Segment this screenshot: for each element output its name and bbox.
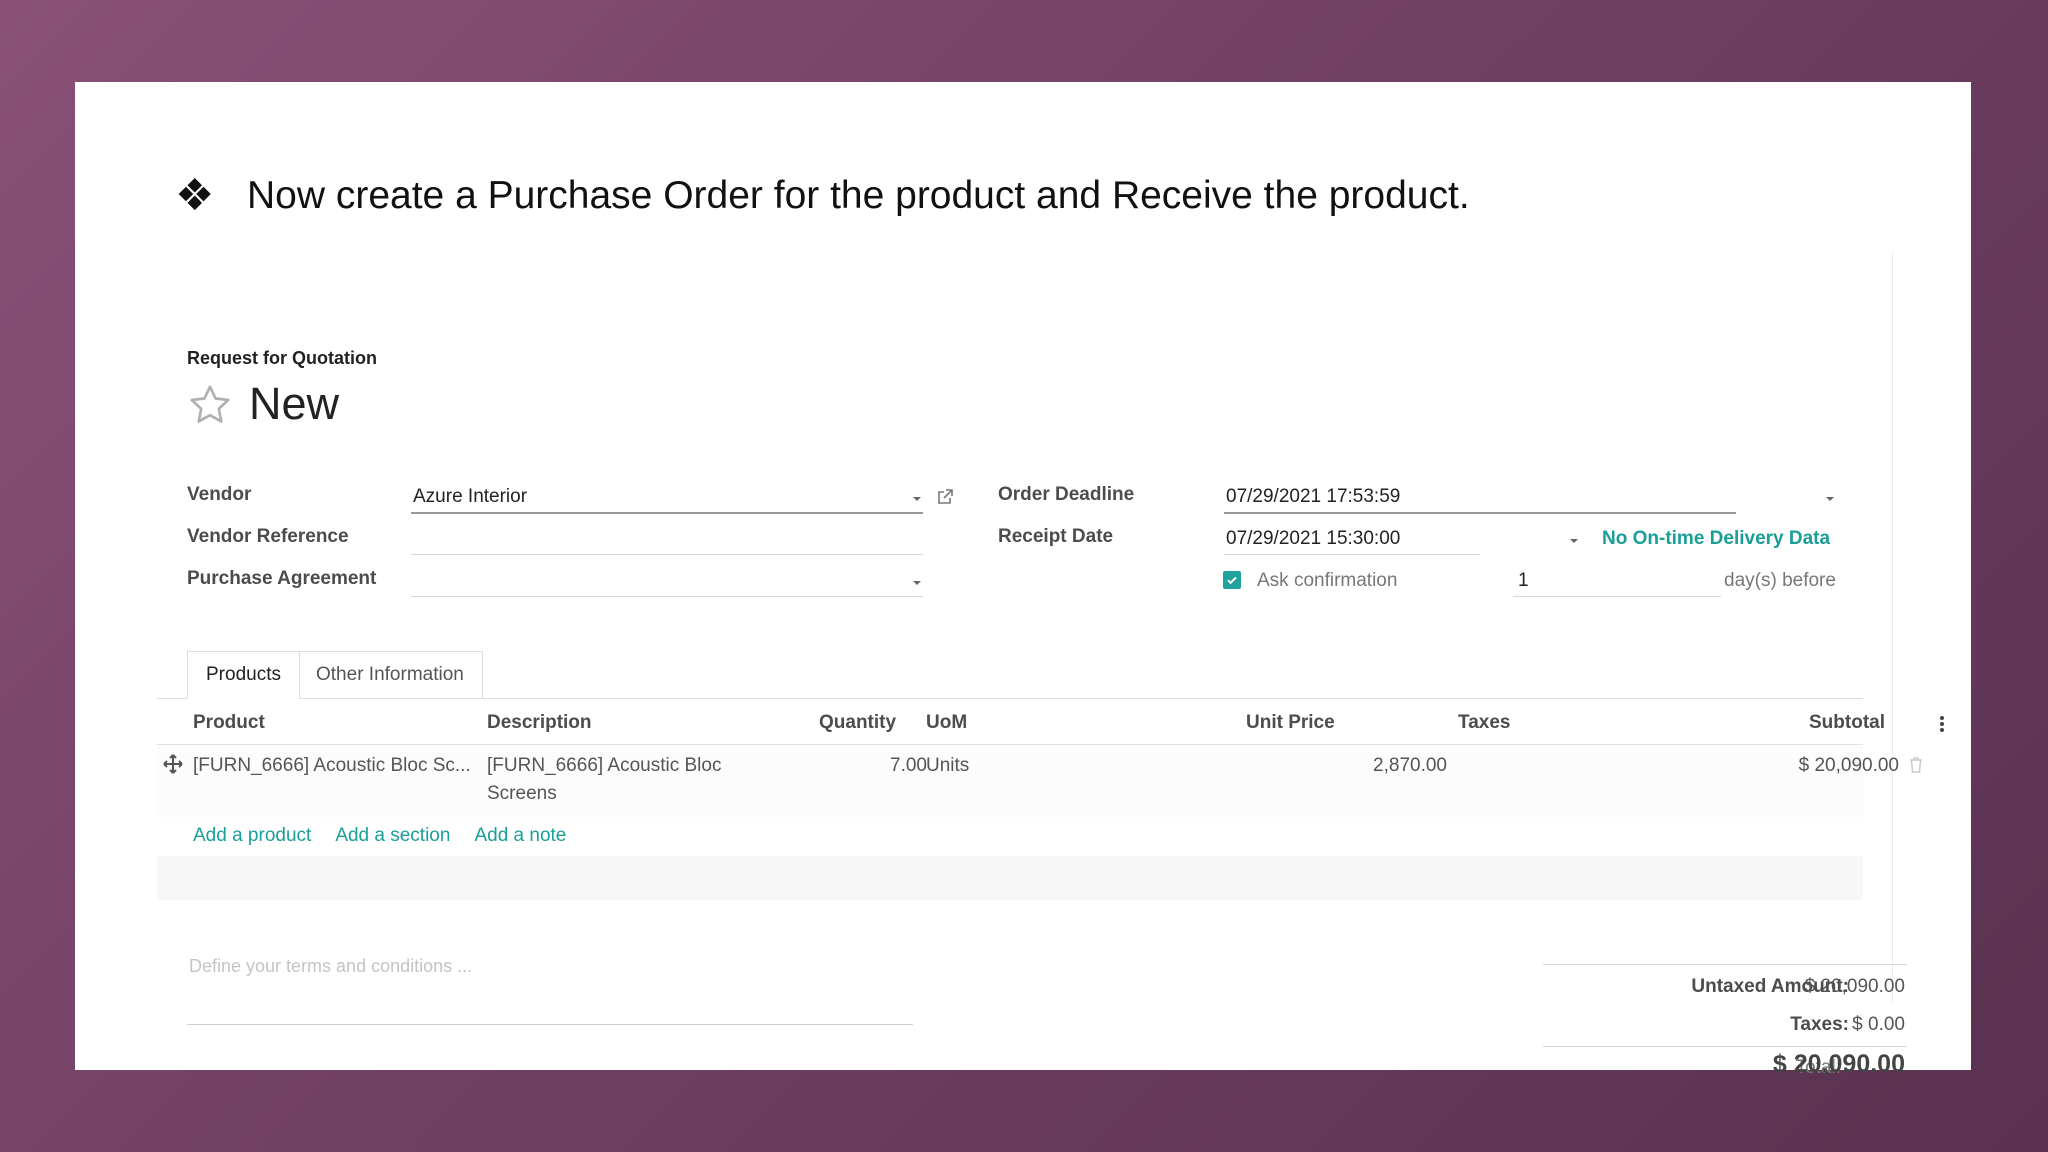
purchase-order-form: Request for Quotation New Vendor Azure I… [157,252,1944,1078]
column-header-quantity[interactable]: Quantity [819,712,896,734]
add-note-link[interactable]: Add a note [474,825,566,847]
star-icon[interactable] [187,382,233,428]
vendor-label: Vendor [187,484,252,505]
slide-canvas: ❖ Now create a Purchase Order for the pr… [75,82,1971,1078]
tab-other-information[interactable]: Other Information [298,651,483,699]
total-value: $ 20,090.00 [1772,1050,1905,1078]
confirmation-days-input[interactable]: 1 [1518,570,1529,592]
row-description-line-1[interactable]: [FURN_6666] Acoustic Bloc [487,752,721,780]
table-add-links: Add a product Add a section Add a note [193,825,566,847]
record-title: New [249,378,340,429]
purchase-agreement-caret-icon[interactable] [913,581,921,585]
row-subtotal: $ 20,090.00 [1798,755,1899,776]
receipt-date-label: Receipt Date [998,526,1114,547]
purchase-agreement-label: Purchase Agreement [187,568,377,589]
column-header-taxes[interactable]: Taxes [1458,712,1510,734]
slide-headline: ❖ Now create a Purchase Order for the pr… [175,174,1470,218]
column-header-uom[interactable]: UoM [926,712,967,734]
row-quantity[interactable]: 7.00 [827,752,927,780]
row-unit-price[interactable]: 2,870.00 [1297,752,1447,780]
drag-handle-icon[interactable] [163,754,183,774]
row-description-line-2[interactable]: Screens [487,780,557,808]
tab-products[interactable]: Products [187,651,300,699]
untaxed-amount-value: $ 20,090.00 [1804,976,1905,997]
vendor-reference-label: Vendor Reference [187,526,349,547]
row-product[interactable]: [FURN_6666] Acoustic Bloc Sc... [193,752,471,780]
receipt-date-field[interactable]: 07/29/2021 15:30:00 [1226,528,1400,550]
ask-confirmation-label: Ask confirmation [1257,570,1398,591]
order-deadline-caret-icon[interactable] [1826,497,1834,501]
terms-and-conditions-input[interactable]: Define your terms and conditions ... [189,956,472,977]
checkmark-icon [1227,576,1237,585]
vendor-dropdown-caret-icon[interactable] [913,497,921,501]
row-uom[interactable]: Units [926,752,969,780]
days-before-label: day(s) before [1724,570,1836,591]
taxes-value: $ 0.00 [1852,1014,1905,1035]
column-header-unit-price[interactable]: Unit Price [1246,712,1335,734]
vendor-field[interactable]: Azure Interior [413,486,527,508]
column-header-description[interactable]: Description [487,712,592,734]
add-product-link[interactable]: Add a product [193,825,311,847]
column-header-subtotal[interactable]: Subtotal [1809,712,1885,734]
headline-text: Now create a Purchase Order for the prod… [247,174,1470,217]
delivery-data-note[interactable]: No On-time Delivery Data [1602,528,1830,550]
optional-columns-icon[interactable] [1939,714,1945,734]
column-header-product[interactable]: Product [193,712,265,734]
order-deadline-field[interactable]: 07/29/2021 17:53:59 [1226,486,1400,508]
receipt-date-caret-icon[interactable] [1570,539,1578,543]
order-deadline-label: Order Deadline [998,484,1135,505]
diamond-bullet-icon: ❖ [175,171,215,220]
trash-icon[interactable] [1909,757,1923,773]
document-type: Request for Quotation [187,348,377,368]
external-link-icon[interactable] [935,487,955,507]
add-section-link[interactable]: Add a section [335,825,450,847]
ask-confirmation-checkbox[interactable] [1223,571,1241,589]
